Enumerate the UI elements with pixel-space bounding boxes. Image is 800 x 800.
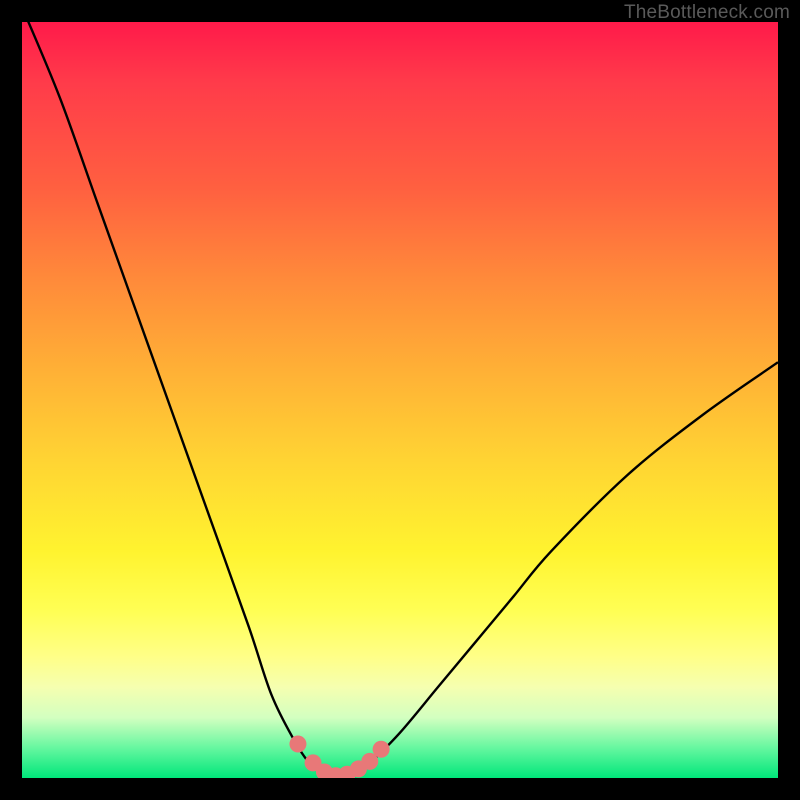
watermark-text: TheBottleneck.com xyxy=(624,2,790,24)
curve-group xyxy=(22,22,778,778)
chart-stage: TheBottleneck.com xyxy=(0,0,800,800)
trough-marker xyxy=(373,741,390,758)
curve-layer xyxy=(22,22,778,778)
bottleneck-curve xyxy=(22,22,778,778)
trough-marker xyxy=(289,735,306,752)
plot-area xyxy=(22,22,778,778)
